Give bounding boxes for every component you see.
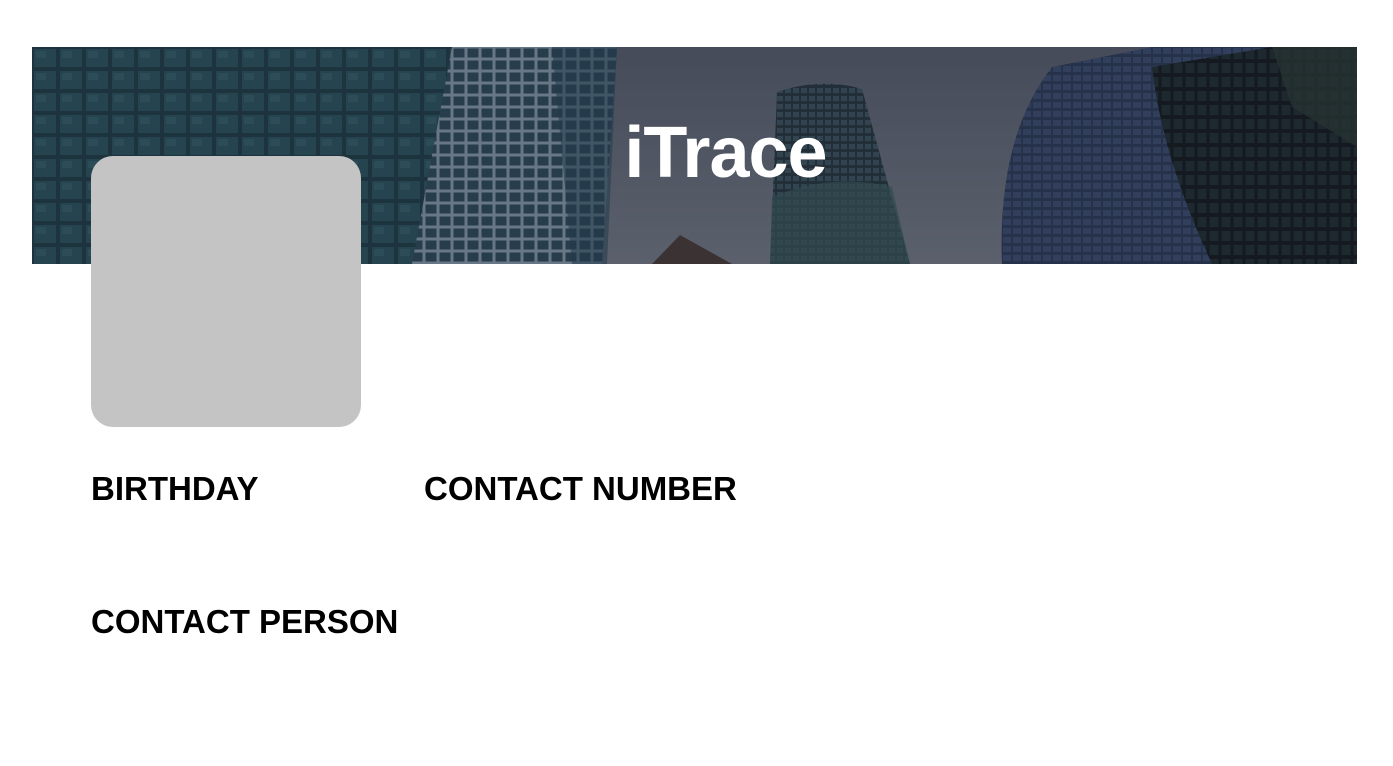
avatar[interactable]	[91, 156, 361, 427]
contact-person-label: CONTACT PERSON	[91, 603, 399, 640]
birthday-label: BIRTHDAY	[91, 470, 259, 507]
profile-page: iTrace BIRTHDAY CONTACT NUMBER CONTACT P…	[0, 0, 1393, 766]
contact-number-label: CONTACT NUMBER	[424, 470, 737, 507]
